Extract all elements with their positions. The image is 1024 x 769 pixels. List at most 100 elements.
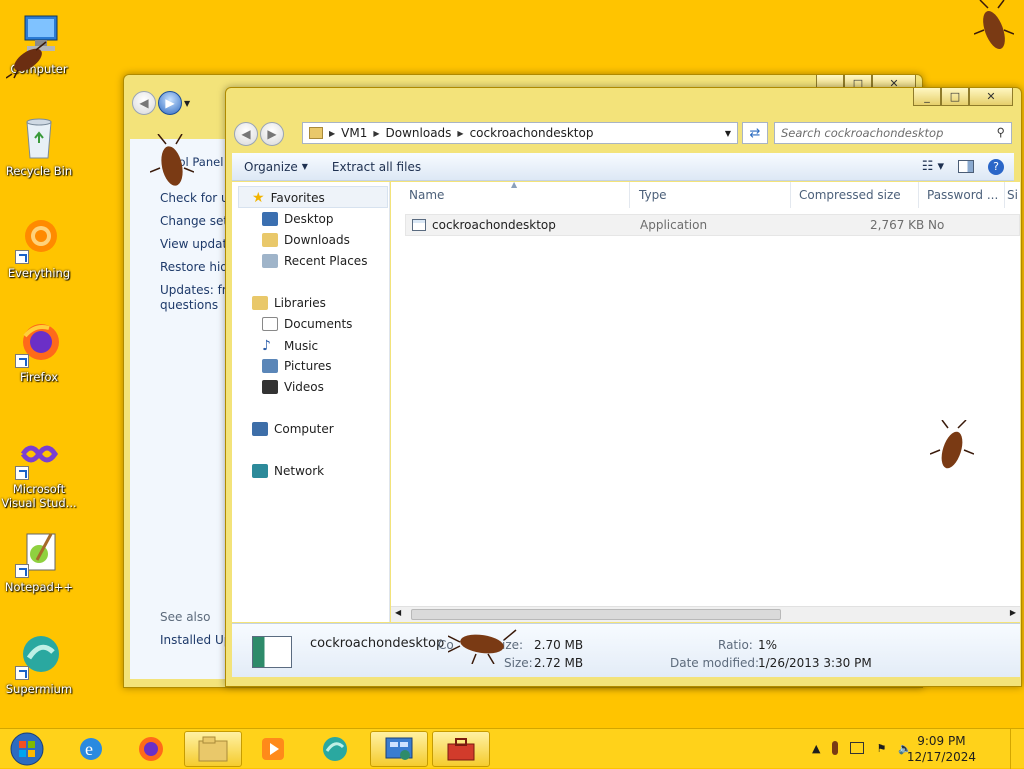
file-thumbnail-icon [252, 636, 292, 668]
column-header-size[interactable]: Si [1005, 182, 1020, 208]
desktop-icon-label: Notepad++ [4, 580, 74, 594]
nav-music[interactable]: ♪ Music [262, 338, 318, 354]
change-view-icon[interactable]: ☷ ▾ [922, 159, 944, 174]
desktop-icon-supermium[interactable]: Supermium [0, 632, 78, 696]
scroll-right-icon[interactable]: ▶ [1010, 608, 1016, 617]
refresh-icon: ⇄ [749, 125, 761, 141]
cockroach-sprite [930, 420, 974, 469]
organize-button[interactable]: Organize ▼ [232, 160, 320, 174]
nav-pictures[interactable]: Pictures [262, 359, 332, 373]
column-label: Type [639, 188, 667, 202]
search-icon[interactable]: ⚲ [997, 125, 1005, 139]
nav-favorites[interactable]: ★ Favorites [252, 190, 325, 206]
firefox-icon [139, 737, 163, 761]
music-icon: ♪ [262, 338, 271, 354]
scroll-left-icon[interactable]: ◀ [395, 608, 401, 617]
breadcrumb-arrow-icon: ▶ [457, 128, 464, 138]
maximize-button[interactable]: □ [941, 88, 969, 106]
extract-all-button[interactable]: Extract all files [320, 160, 433, 174]
details-file-name: cockroachondesktop [310, 636, 445, 651]
desktop-icon-recycle-bin[interactable]: Recycle Bin [0, 114, 78, 178]
chevron-down-icon[interactable]: ▼ [184, 99, 190, 108]
taskbar-ie[interactable]: e [62, 731, 120, 767]
desktop-icon [262, 212, 278, 226]
view-history-link[interactable]: View update [160, 237, 235, 251]
taskbar-explorer[interactable] [184, 731, 242, 767]
address-bar[interactable]: ▶ VM1 ▶ Downloads ▶ cockroachondesktop ▼ [302, 122, 738, 144]
updates-faq-link-cont[interactable]: questions [160, 298, 218, 312]
nav-documents[interactable]: Documents [262, 317, 352, 331]
start-button[interactable] [0, 731, 54, 767]
nav-label: Downloads [284, 233, 350, 247]
nav-recent-places[interactable]: Recent Places [262, 254, 367, 268]
taskbar-control-panel[interactable] [370, 731, 428, 767]
show-hidden-icons-icon[interactable]: ▲ [812, 742, 820, 755]
cockroach-tray-icon[interactable] [832, 741, 839, 755]
svg-text:e: e [85, 739, 93, 759]
desktop-icon-everything[interactable]: Everything [0, 216, 78, 280]
details-pane: cockroachondesktop Co ize: 2.70 MB Size:… [232, 623, 1020, 677]
sort-arrow-icon: ▲ [511, 180, 518, 189]
help-icon[interactable]: ? [988, 158, 1004, 175]
back-button[interactable]: ◀ [132, 91, 156, 115]
nav-downloads[interactable]: Downloads [262, 233, 350, 247]
preview-pane-icon[interactable] [958, 160, 974, 173]
details-date: 1/26/2013 3:30 PM [758, 656, 872, 670]
pictures-icon [262, 359, 278, 373]
explorer-window[interactable]: _ □ ✕ ◀ ▶ ▶ VM1 ▶ Downloads ▶ cockroacho… [225, 87, 1022, 687]
taskbar-clock[interactable]: 9:09 PM 12/17/2024 [907, 733, 976, 765]
shortcut-arrow-icon [15, 466, 29, 480]
chevron-down-icon[interactable]: ▼ [725, 129, 731, 138]
minimize-button[interactable]: _ [913, 88, 941, 106]
horizontal-scrollbar[interactable]: ◀ ▶ [391, 606, 1020, 622]
taskbar-supermium[interactable] [306, 731, 364, 767]
breadcrumb-downloads[interactable]: Downloads [386, 126, 452, 140]
command-bar: Organize ▼ Extract all files ☷ ▾ ? [232, 153, 1014, 181]
nav-network[interactable]: Network [252, 464, 324, 478]
column-header-password[interactable]: Password ... [919, 182, 1005, 208]
everything-icon [15, 216, 63, 264]
desktop-icon-visual-studio[interactable]: Microsoft Visual Stud... [0, 432, 78, 510]
cockroach-sprite [974, 0, 1014, 50]
breadcrumb-current[interactable]: cockroachondesktop [470, 126, 594, 140]
nav-libraries[interactable]: Libraries [252, 296, 326, 310]
network-tray-icon[interactable] [850, 742, 865, 754]
breadcrumb-arrow-icon: ▶ [373, 128, 380, 138]
forward-button[interactable]: ▶ [158, 91, 182, 115]
close-button[interactable]: ✕ [969, 88, 1013, 106]
desktop-icon-notepadpp[interactable]: Notepad++ [0, 530, 78, 594]
nav-label: Documents [284, 317, 353, 331]
windows-orb-icon [10, 732, 44, 766]
breadcrumb-arrow-icon: ▶ [329, 128, 336, 138]
search-input[interactable]: Search cockroachondesktop ⚲ [774, 122, 1012, 144]
explorer-nav: ◀ ▶ [234, 122, 284, 146]
refresh-button[interactable]: ⇄ [742, 122, 768, 144]
taskbar-archive[interactable] [432, 731, 490, 767]
breadcrumb-vm1[interactable]: VM1 [341, 126, 367, 140]
column-label: Compressed size [799, 188, 901, 202]
supermium-icon [323, 737, 347, 761]
desktop-icon-firefox[interactable]: Firefox [0, 320, 78, 384]
nav-label: Recent Places [284, 254, 368, 268]
scrollbar-thumb[interactable] [411, 609, 781, 620]
nav-videos[interactable]: Videos [262, 380, 324, 394]
back-button[interactable]: ◀ [234, 122, 258, 146]
desktop-icon-label: Recycle Bin [5, 164, 73, 178]
nav-desktop[interactable]: Desktop [262, 212, 334, 226]
column-label: Password ... [927, 188, 999, 202]
desktop-icon-label: Everything [7, 266, 71, 280]
firefox-icon [15, 320, 63, 368]
column-header-compressed-size[interactable]: Compressed size [791, 182, 919, 208]
action-center-flag-icon[interactable]: ⚑ [876, 742, 886, 755]
nav-computer[interactable]: Computer [252, 422, 334, 436]
show-desktop-button[interactable] [1010, 729, 1024, 769]
media-player-icon [262, 738, 284, 760]
file-row[interactable]: cockroachondesktop Application 2,767 KB … [405, 214, 1020, 236]
taskbar-media-player[interactable] [244, 731, 302, 767]
file-name: cockroachondesktop [432, 218, 556, 232]
downloads-folder-icon [262, 233, 278, 247]
taskbar-firefox[interactable] [122, 731, 180, 767]
forward-button[interactable]: ▶ [260, 122, 284, 146]
column-header-type[interactable]: Type [631, 182, 791, 208]
toolbox-icon [447, 738, 475, 761]
